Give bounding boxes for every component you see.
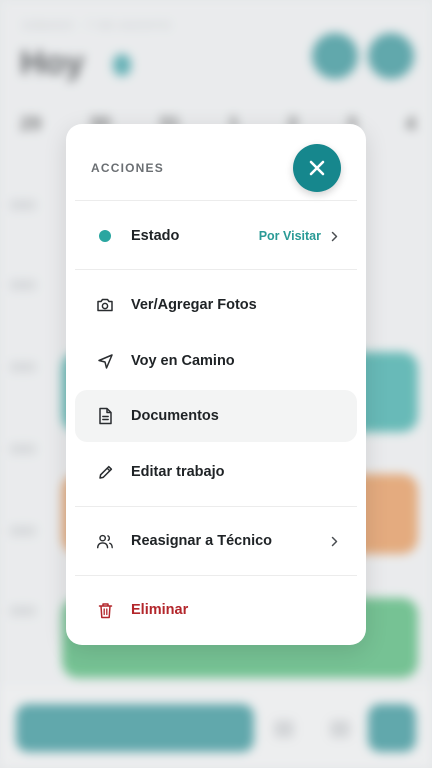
modal-title: ACCIONES (91, 161, 164, 175)
reassign-label: Reasignar a Técnico (131, 533, 273, 549)
actions-modal: ACCIONES Estado Por Visitar Ver/Agregar … (66, 124, 366, 645)
users-icon (96, 532, 114, 550)
reassign-row[interactable]: Reasignar a Técnico (75, 515, 357, 567)
photos-row[interactable]: Ver/Agregar Fotos (75, 279, 357, 331)
delete-row[interactable]: Eliminar (75, 584, 357, 636)
chevron-right-icon (329, 230, 339, 242)
delete-label: Eliminar (131, 602, 189, 618)
divider (75, 506, 357, 507)
trash-icon (96, 601, 114, 619)
photos-label: Ver/Agregar Fotos (131, 297, 257, 313)
status-label: Estado (131, 228, 180, 244)
divider (75, 200, 357, 201)
camera-icon (96, 296, 114, 314)
navigation-arrow-icon (96, 352, 114, 370)
on-the-way-row[interactable]: Voy en Camino (75, 335, 357, 387)
document-icon (96, 407, 114, 425)
documents-label: Documentos (131, 408, 219, 424)
edit-label: Editar trabajo (131, 464, 225, 480)
close-button[interactable] (293, 144, 341, 192)
divider (75, 269, 357, 270)
on-the-way-label: Voy en Camino (131, 353, 235, 369)
status-row[interactable]: Estado Por Visitar (75, 210, 357, 262)
divider (75, 575, 357, 576)
chevron-right-icon (329, 535, 339, 547)
documents-row[interactable]: Documentos (75, 390, 357, 442)
pencil-icon (96, 463, 114, 481)
status-value: Por Visitar (258, 229, 321, 243)
close-icon (309, 160, 325, 176)
status-dot-icon (96, 227, 114, 245)
edit-row[interactable]: Editar trabajo (75, 446, 357, 498)
